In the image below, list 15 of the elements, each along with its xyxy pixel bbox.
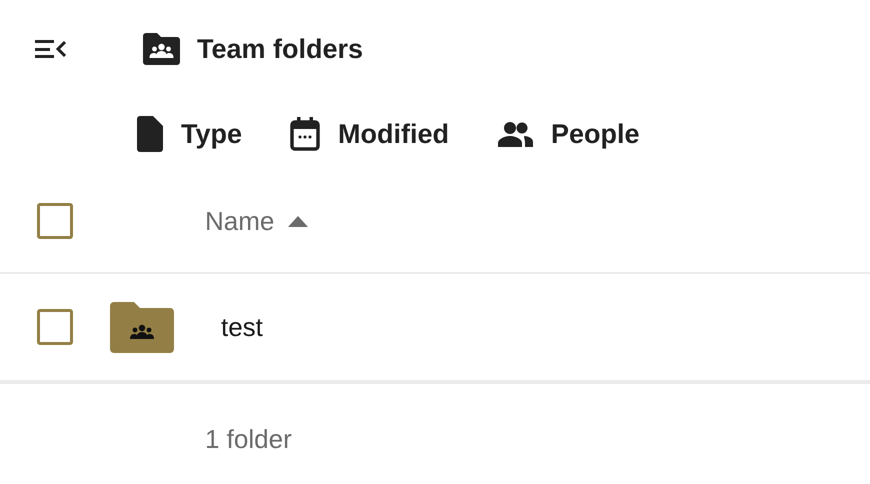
filter-button[interactable]: Modified <box>290 114 449 154</box>
select-all-checkbox[interactable] <box>37 203 73 239</box>
filter-button[interactable]: People <box>497 114 640 154</box>
folder-name[interactable]: test <box>221 308 263 346</box>
team-folder-icon <box>110 302 174 352</box>
file-icon <box>137 116 163 152</box>
row-checkbox[interactable] <box>37 309 73 345</box>
people-icon <box>497 121 533 147</box>
menu-collapse-icon[interactable] <box>35 38 66 60</box>
page-title: Team folders <box>197 32 364 66</box>
team-folder-icon <box>143 33 180 65</box>
name-column-header[interactable]: Name <box>205 202 308 240</box>
calendar-icon <box>290 117 320 151</box>
folder-count: 1 folder <box>205 422 292 456</box>
filter-button[interactable]: Type <box>137 114 242 154</box>
